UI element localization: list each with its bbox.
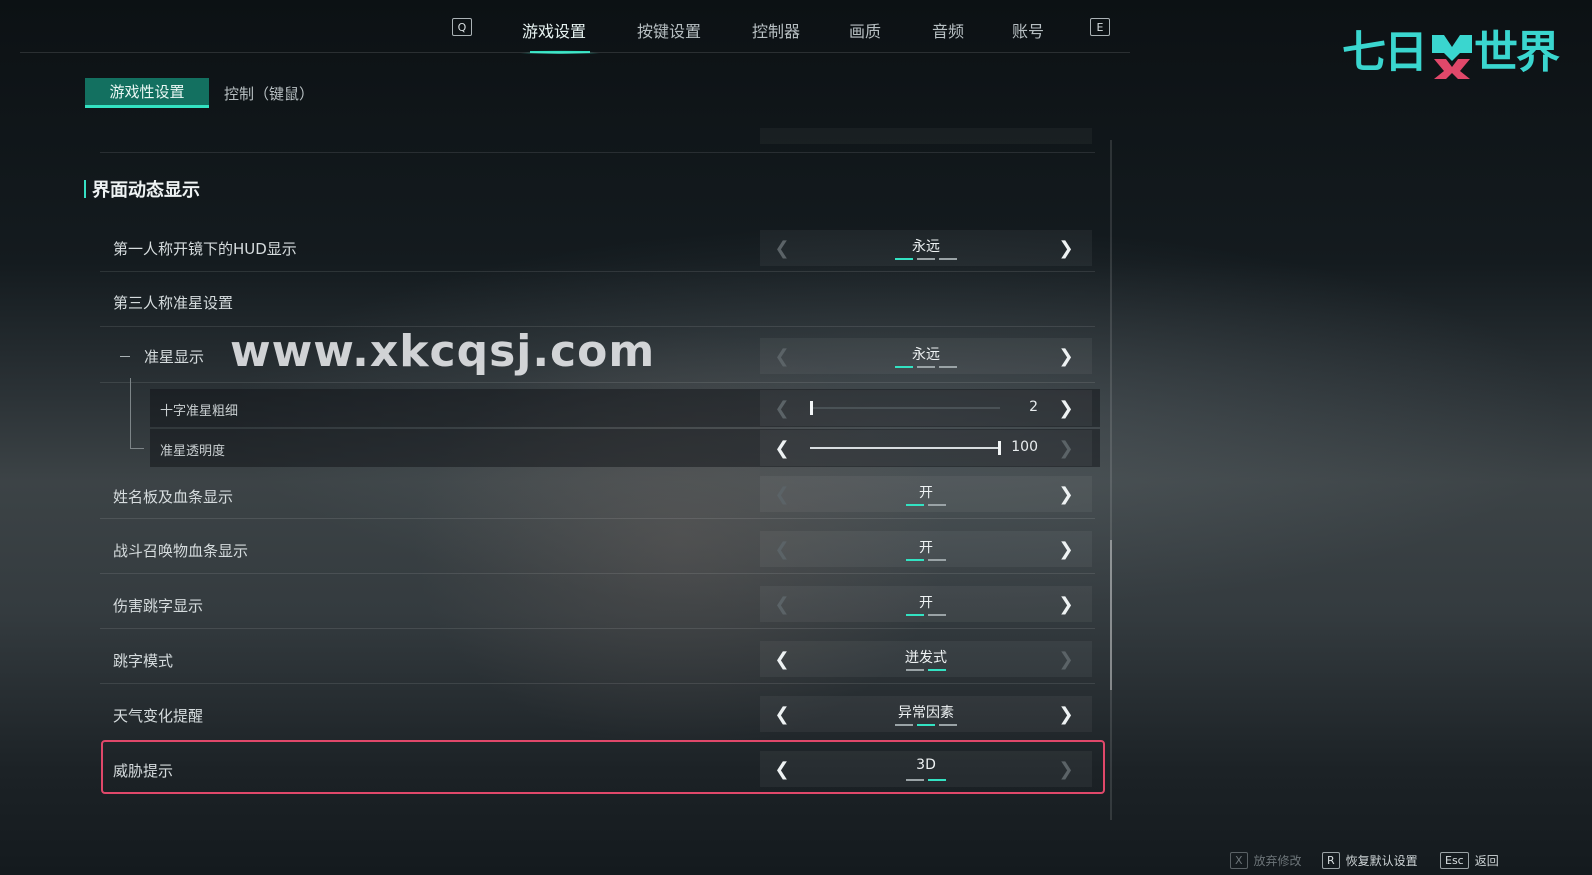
hud-label: 第一人称开镜下的HUD显示: [113, 240, 297, 258]
damage-numbers-selector[interactable]: ❮ 开 ❯: [760, 586, 1092, 622]
chevron-right-icon[interactable]: ❯: [1054, 338, 1078, 374]
crosshair-opacity-slider[interactable]: ❮ 100 ❯: [760, 430, 1092, 466]
chevron-right-icon[interactable]: ❯: [1054, 390, 1078, 426]
subtab-gameplay[interactable]: 游戏性设置: [85, 78, 209, 108]
crosshair-thickness-slider[interactable]: ❮ 2 ❯: [760, 390, 1092, 426]
summon-hp-label: 战斗召唤物血条显示: [113, 542, 249, 560]
logo-text-left: 七日: [1342, 27, 1428, 78]
chevron-right-icon[interactable]: ❯: [1054, 696, 1078, 732]
chevron-right-icon[interactable]: ❯: [1054, 230, 1078, 266]
footer-discard[interactable]: X 放弃修改: [1230, 852, 1302, 869]
slider-handle[interactable]: [998, 441, 1001, 455]
nameplate-value: 开: [919, 485, 933, 501]
tree-line: [130, 378, 131, 448]
back-label: 返回: [1474, 854, 1499, 868]
slider-fill: [810, 447, 1000, 449]
row-divider: [100, 628, 1095, 629]
row-divider: [100, 271, 1095, 272]
tab-controller[interactable]: 控制器: [752, 18, 800, 42]
damage-numbers-label: 伤害跳字显示: [113, 597, 204, 615]
key-x: X: [1230, 852, 1248, 869]
footer-restore-defaults[interactable]: R 恢复默认设置: [1322, 852, 1418, 869]
section-accent-bar: [84, 180, 86, 198]
crosshair-opacity-label: 准星透明度: [160, 444, 226, 459]
weather-alert-label: 天气变化提醒: [113, 707, 204, 725]
chevron-right-icon[interactable]: ❯: [1054, 641, 1078, 677]
nameplate-selector[interactable]: ❮ 开 ❯: [760, 476, 1092, 512]
tab-key-bindings[interactable]: 按键设置: [637, 18, 701, 42]
option-dots: [760, 614, 1092, 616]
threat-hint-label: 威胁提示: [113, 762, 174, 780]
damage-numbers-value: 开: [919, 595, 933, 611]
chevron-left-icon[interactable]: ❮: [770, 390, 794, 426]
restore-defaults-label: 恢复默认设置: [1345, 854, 1418, 868]
crosshair-opacity-value: 100: [1011, 439, 1038, 455]
crosshair-display-value: 永远: [912, 347, 940, 363]
option-dots: [760, 779, 1092, 781]
option-dots: [760, 669, 1092, 671]
crosshair-display-selector[interactable]: ❮ 永远 ❯: [760, 338, 1092, 374]
nav-next-key[interactable]: E: [1090, 18, 1110, 36]
tab-audio[interactable]: 音频: [932, 18, 964, 42]
chevron-right-icon[interactable]: ❯: [1054, 430, 1078, 466]
weather-alert-value: 异常因素: [898, 705, 954, 721]
number-mode-selector[interactable]: ❮ 迸发式 ❯: [760, 641, 1092, 677]
row-divider: [100, 152, 1095, 153]
number-mode-value: 迸发式: [905, 650, 947, 666]
crosshair-thickness-label: 十字准星粗细: [160, 404, 239, 419]
scrollbar-thumb[interactable]: [1110, 540, 1112, 690]
tab-graphics[interactable]: 画质: [849, 18, 881, 42]
slider-handle[interactable]: [810, 401, 813, 415]
tree-dash: [120, 356, 130, 357]
crosshair-thickness-value: 2: [1029, 399, 1038, 415]
logo-text-right: 世界: [1474, 27, 1560, 78]
discard-label: 放弃修改: [1253, 854, 1302, 868]
option-dots: [760, 724, 1092, 726]
threat-hint-selector[interactable]: ❮ 3D ❯: [760, 751, 1092, 787]
chevron-right-icon[interactable]: ❯: [1054, 751, 1078, 787]
scrollbar-track[interactable]: [1110, 140, 1112, 820]
row-divider: [100, 573, 1095, 574]
subtab-keyboard-mouse[interactable]: 控制（键鼠）: [224, 78, 314, 108]
slider-track[interactable]: [810, 407, 1000, 409]
nav-divider: [20, 52, 1130, 53]
hud-selector[interactable]: ❮ 永远 ❯: [760, 230, 1092, 266]
option-dots: [760, 258, 1092, 260]
chevron-left-icon[interactable]: ❮: [770, 430, 794, 466]
key-esc: Esc: [1440, 852, 1469, 869]
chevron-right-icon[interactable]: ❯: [1054, 586, 1078, 622]
chevron-right-icon[interactable]: ❯: [1054, 531, 1078, 567]
tree-branch: [130, 448, 144, 449]
option-dots: [760, 366, 1092, 368]
tp-crosshair-label: 第三人称准星设置: [113, 294, 234, 312]
nav-prev-key[interactable]: Q: [452, 18, 472, 36]
section-title: 界面动态显示: [92, 180, 200, 201]
option-dots: [760, 504, 1092, 506]
row-divider: [100, 382, 1095, 383]
cut-off-control: [760, 128, 1092, 144]
row-divider: [100, 683, 1095, 684]
watermark: www.xkcqsj.com: [230, 326, 656, 377]
number-mode-label: 跳字模式: [113, 652, 174, 670]
crosshair-display-label: 准星显示: [144, 348, 205, 366]
row-divider: [100, 518, 1095, 519]
tab-account[interactable]: 账号: [1012, 18, 1044, 42]
tab-game-settings[interactable]: 游戏设置: [522, 18, 586, 42]
key-r: R: [1322, 852, 1340, 869]
summon-hp-selector[interactable]: ❮ 开 ❯: [760, 531, 1092, 567]
footer-back[interactable]: Esc 返回: [1440, 852, 1499, 869]
summon-hp-value: 开: [919, 540, 933, 556]
game-logo: 七日 世界: [1342, 25, 1562, 85]
option-dots: [760, 559, 1092, 561]
logo-mark-icon: [1432, 35, 1472, 79]
chevron-right-icon[interactable]: ❯: [1054, 476, 1078, 512]
hud-value: 永远: [912, 239, 940, 255]
threat-hint-value: 3D: [916, 757, 936, 773]
weather-alert-selector[interactable]: ❮ 异常因素 ❯: [760, 696, 1092, 732]
nameplate-label: 姓名板及血条显示: [113, 488, 234, 506]
